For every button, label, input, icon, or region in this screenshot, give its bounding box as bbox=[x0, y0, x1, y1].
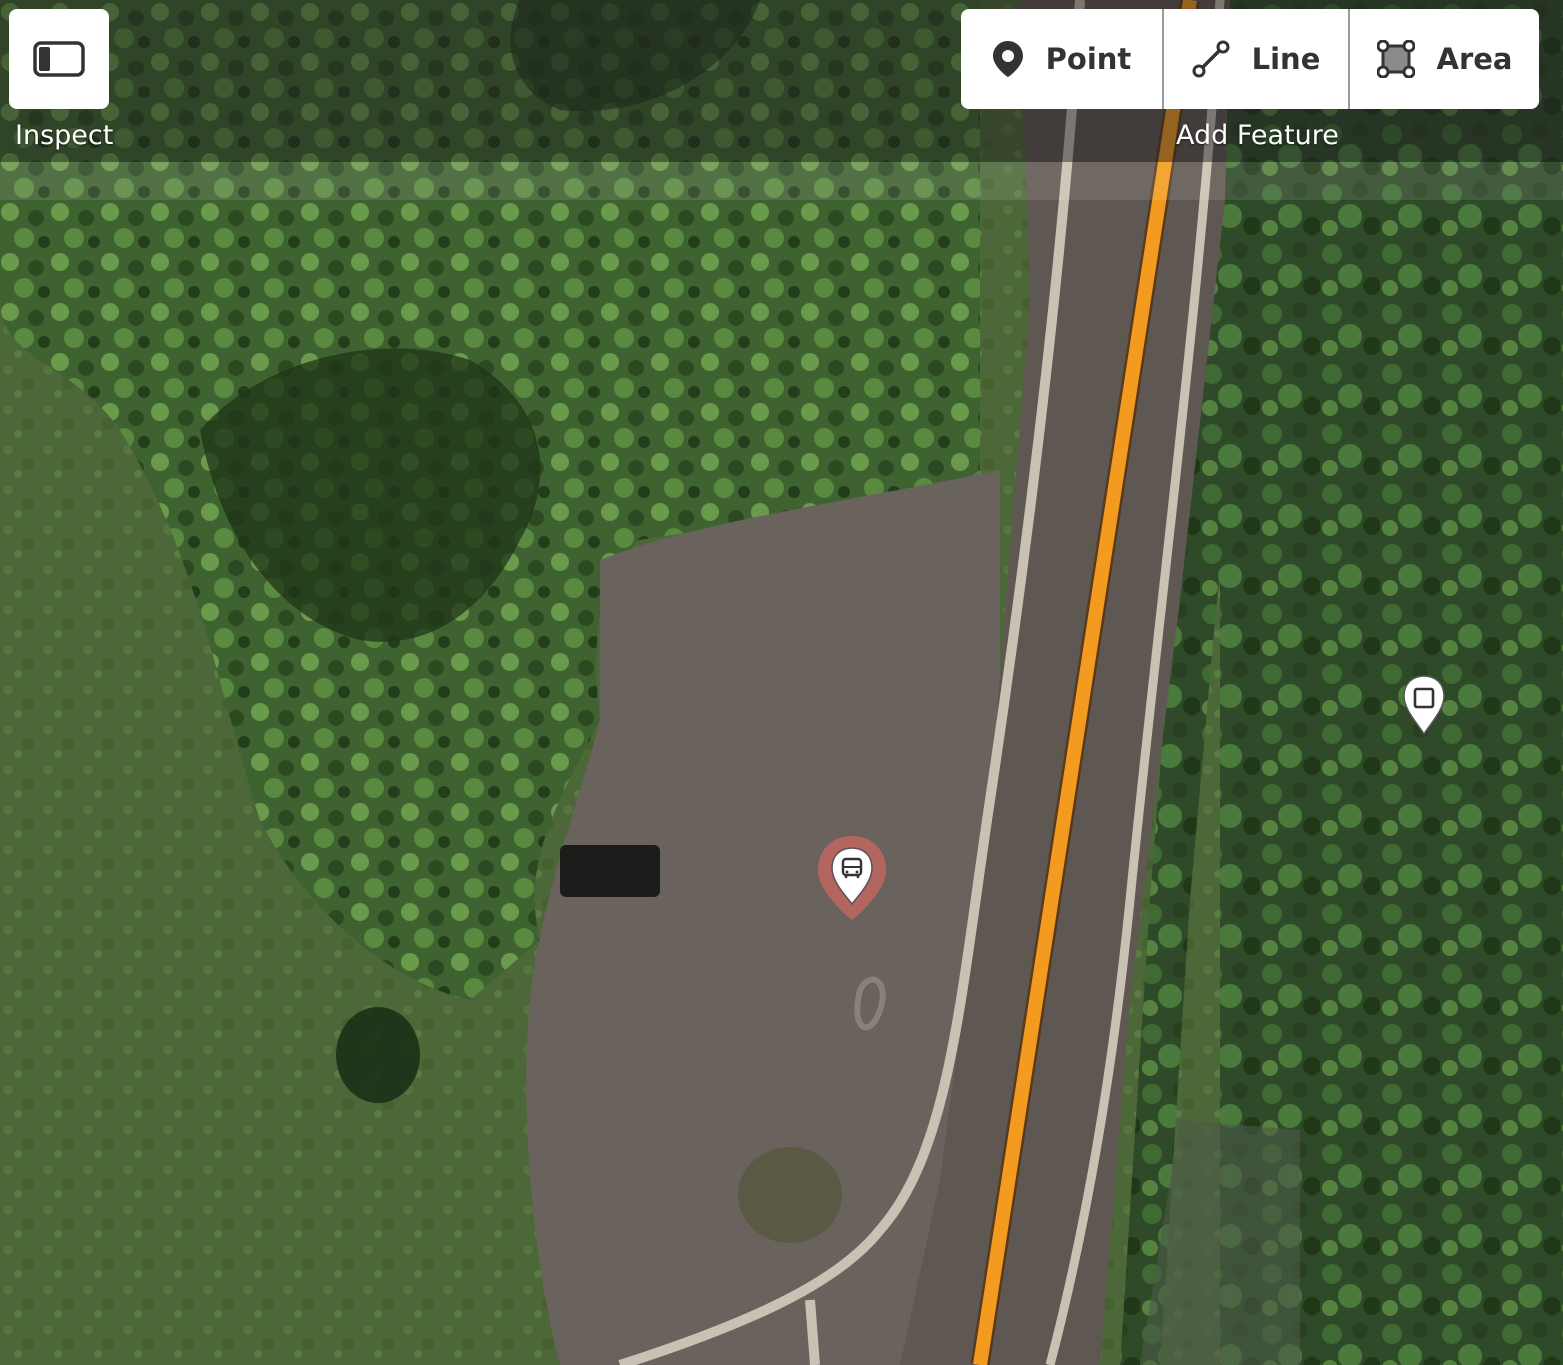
inspect-label: Inspect bbox=[15, 120, 114, 151]
bus-stop-marker[interactable] bbox=[814, 832, 890, 924]
area-icon bbox=[1376, 40, 1415, 78]
map-canvas[interactable] bbox=[0, 0, 1563, 1365]
toolbar-fade bbox=[0, 162, 1563, 200]
add-area-label: Area bbox=[1436, 42, 1513, 76]
inspect-button[interactable] bbox=[9, 9, 109, 109]
add-feature-label: Add Feature bbox=[1176, 120, 1339, 151]
add-line-label: Line bbox=[1251, 42, 1321, 76]
add-point-label: Point bbox=[1045, 42, 1132, 76]
area-point-marker[interactable] bbox=[1400, 674, 1448, 738]
add-feature-group: Point Line Area bbox=[961, 9, 1539, 109]
map-pin-icon bbox=[992, 40, 1024, 78]
add-point-button[interactable]: Point bbox=[961, 9, 1162, 109]
sidebar-toggle-icon bbox=[33, 41, 85, 77]
add-area-button[interactable]: Area bbox=[1348, 9, 1539, 109]
line-icon bbox=[1192, 40, 1230, 78]
aerial-imagery bbox=[0, 0, 1563, 1365]
add-line-button[interactable]: Line bbox=[1162, 9, 1348, 109]
